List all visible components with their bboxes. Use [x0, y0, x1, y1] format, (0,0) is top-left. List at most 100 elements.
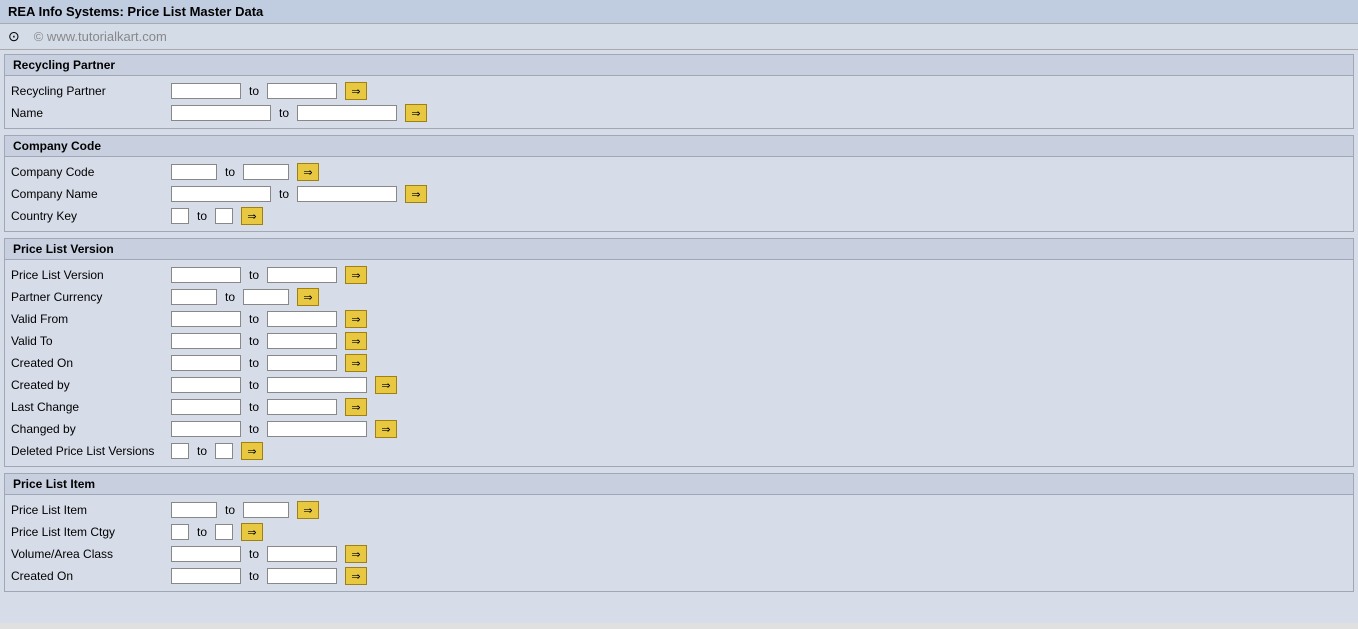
field-row: Company Code to ⇒ [11, 161, 1347, 183]
field-to-input[interactable] [267, 355, 337, 371]
field-row: Company Name to ⇒ [11, 183, 1347, 205]
field-arrow-button[interactable]: ⇒ [345, 310, 367, 328]
field-to-input[interactable] [267, 421, 367, 437]
field-from-input[interactable] [171, 524, 189, 540]
section-body-price-list-item: Price List Item to ⇒ Price List Item Ctgy to… [5, 495, 1353, 591]
field-from-input[interactable] [171, 208, 189, 224]
field-row: Country Key to ⇒ [11, 205, 1347, 227]
field-arrow-button[interactable]: ⇒ [345, 82, 367, 100]
field-to-label: to [197, 525, 207, 539]
field-label: Company Code [11, 165, 171, 179]
field-label: Recycling Partner [11, 84, 171, 98]
field-from-input[interactable] [171, 399, 241, 415]
field-from-input[interactable] [171, 546, 241, 562]
field-label: Valid From [11, 312, 171, 326]
field-to-input[interactable] [215, 524, 233, 540]
field-to-input[interactable] [267, 568, 337, 584]
field-arrow-button[interactable]: ⇒ [345, 266, 367, 284]
field-from-input[interactable] [171, 267, 241, 283]
field-from-input[interactable] [171, 443, 189, 459]
field-row: Deleted Price List Versionsto⇒ [11, 440, 1347, 462]
field-to-label: to [249, 356, 259, 370]
field-row: Volume/Area Classto⇒ [11, 543, 1347, 565]
field-from-input[interactable] [171, 164, 217, 180]
field-to-input[interactable] [267, 399, 337, 415]
app-title: REA Info Systems: Price List Master Data [8, 4, 263, 19]
field-to-input[interactable] [267, 546, 337, 562]
field-from-input[interactable] [171, 83, 241, 99]
watermark: © www.tutorialkart.com [34, 29, 167, 44]
field-label: Price List Item [11, 503, 171, 517]
toolbar: ⊙ © www.tutorialkart.com [0, 24, 1358, 50]
section-company-code: Company CodeCompany Codeto⇒Company Namet… [4, 135, 1354, 232]
field-arrow-button[interactable]: ⇒ [345, 398, 367, 416]
field-label: Last Change [11, 400, 171, 414]
field-to-input[interactable] [267, 333, 337, 349]
field-from-input[interactable] [171, 186, 271, 202]
field-to-input[interactable] [267, 83, 337, 99]
field-arrow-button[interactable]: ⇒ [241, 523, 263, 541]
field-arrow-button[interactable]: ⇒ [375, 420, 397, 438]
field-arrow-button[interactable]: ⇒ [405, 185, 427, 203]
field-arrow-button[interactable]: ⇒ [345, 567, 367, 585]
field-arrow-button[interactable]: ⇒ [297, 163, 319, 181]
field-row: Price List Versionto⇒ [11, 264, 1347, 286]
field-row: Created Onto⇒ [11, 352, 1347, 374]
field-arrow-button[interactable]: ⇒ [297, 288, 319, 306]
field-to-input[interactable] [243, 502, 289, 518]
field-to-label: to [279, 106, 289, 120]
field-from-input[interactable] [171, 421, 241, 437]
field-row: Partner Currencyto⇒ [11, 286, 1347, 308]
field-arrow-button[interactable]: ⇒ [241, 207, 263, 225]
field-label: Country Key [11, 209, 171, 223]
field-to-label: to [249, 569, 259, 583]
field-arrow-button[interactable]: ⇒ [345, 332, 367, 350]
field-to-label: to [279, 187, 289, 201]
field-to-input[interactable] [243, 164, 289, 180]
field-arrow-button[interactable]: ⇒ [297, 501, 319, 519]
field-from-input[interactable] [171, 377, 241, 393]
section-body-company-code: Company Codeto⇒Company Nameto⇒Country Ke… [5, 157, 1353, 231]
field-to-input[interactable] [267, 311, 337, 327]
field-arrow-button[interactable]: ⇒ [345, 545, 367, 563]
field-to-label: to [197, 209, 207, 223]
field-row: Valid Toto⇒ [11, 330, 1347, 352]
field-to-label: to [225, 165, 235, 179]
field-from-input[interactable] [171, 311, 241, 327]
field-to-input[interactable] [215, 208, 233, 224]
field-from-input[interactable] [171, 355, 241, 371]
field-to-label: to [249, 84, 259, 98]
field-to-input[interactable] [297, 186, 397, 202]
field-arrow-button[interactable]: ⇒ [375, 376, 397, 394]
field-arrow-button[interactable]: ⇒ [241, 442, 263, 460]
main-content: Recycling PartnerRecycling Partnerto⇒Nam… [0, 50, 1358, 623]
field-to-label: to [249, 268, 259, 282]
field-to-input[interactable] [267, 377, 367, 393]
field-label: Created by [11, 378, 171, 392]
field-arrow-button[interactable]: ⇒ [345, 354, 367, 372]
field-to-label: to [249, 378, 259, 392]
field-to-input[interactable] [243, 289, 289, 305]
field-to-input[interactable] [267, 267, 337, 283]
field-from-input[interactable] [171, 289, 217, 305]
title-bar: REA Info Systems: Price List Master Data [0, 0, 1358, 24]
field-label: Changed by [11, 422, 171, 436]
field-from-input[interactable] [171, 502, 217, 518]
field-label: Price List Item Ctgy [11, 525, 171, 539]
field-label: Name [11, 106, 171, 120]
field-to-input[interactable] [215, 443, 233, 459]
field-row: Name to ⇒ [11, 102, 1347, 124]
field-to-label: to [249, 422, 259, 436]
field-from-input[interactable] [171, 568, 241, 584]
field-to-label: to [197, 444, 207, 458]
field-label: Created On [11, 569, 171, 583]
toolbar-icon[interactable]: ⊙ [8, 28, 20, 45]
field-row: Recycling Partner to ⇒ [11, 80, 1347, 102]
field-row: Created On to ⇒ [11, 565, 1347, 587]
section-price-list-version: Price List VersionPrice List Versionto⇒P… [4, 238, 1354, 467]
field-label: Company Name [11, 187, 171, 201]
field-from-input[interactable] [171, 333, 241, 349]
field-from-input[interactable] [171, 105, 271, 121]
field-arrow-button[interactable]: ⇒ [405, 104, 427, 122]
field-to-input[interactable] [297, 105, 397, 121]
